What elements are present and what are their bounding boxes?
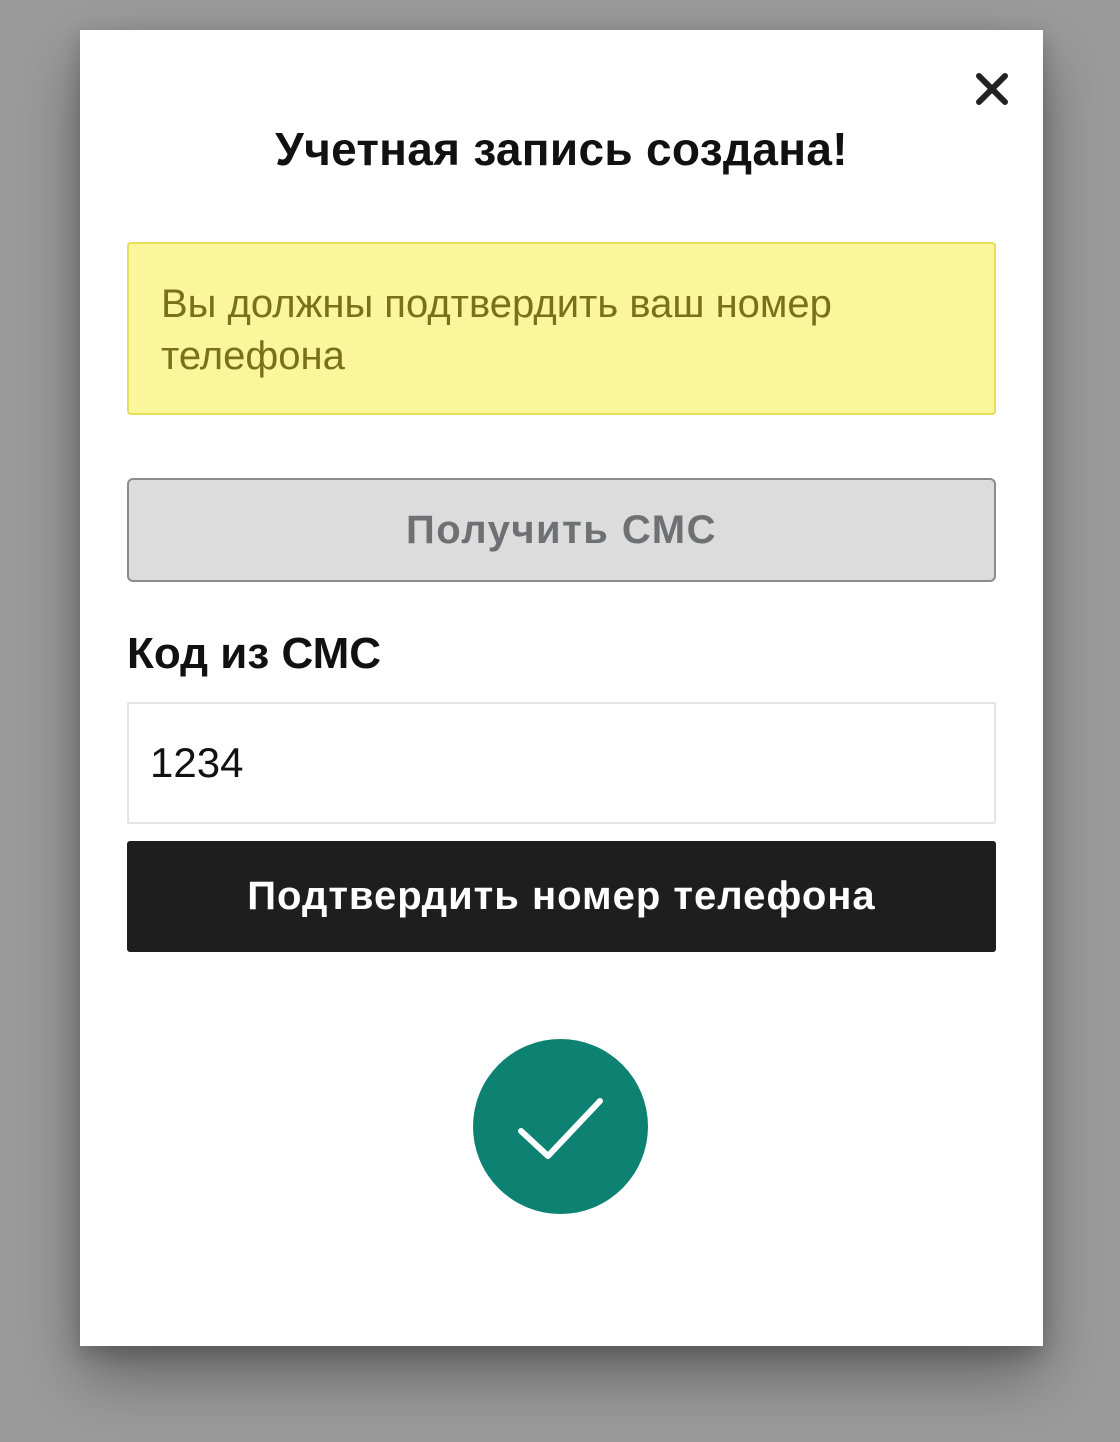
close-button[interactable]	[973, 70, 1011, 108]
get-sms-button[interactable]: Получить СМС	[127, 478, 996, 582]
confirm-phone-button[interactable]: Подтвердить номер телефона	[127, 841, 996, 952]
dialog-title: Учетная запись создана!	[275, 123, 848, 175]
sms-code-input[interactable]	[127, 702, 996, 824]
account-created-dialog: Учетная запись создана! Вы должны подтве…	[80, 30, 1043, 1346]
get-sms-button-label: Получить СМС	[406, 508, 717, 552]
checkmark-icon	[518, 1098, 603, 1159]
confirm-phone-button-label: Подтвердить номер телефона	[247, 874, 876, 918]
success-badge	[473, 1039, 648, 1214]
phone-verification-warning: Вы должны подтвердить ваш номер телефона	[127, 242, 996, 415]
warning-text: Вы должны подтвердить ваш номер телефона	[161, 282, 832, 378]
close-icon	[976, 73, 1008, 105]
sms-code-label: Код из СМС	[127, 629, 382, 678]
